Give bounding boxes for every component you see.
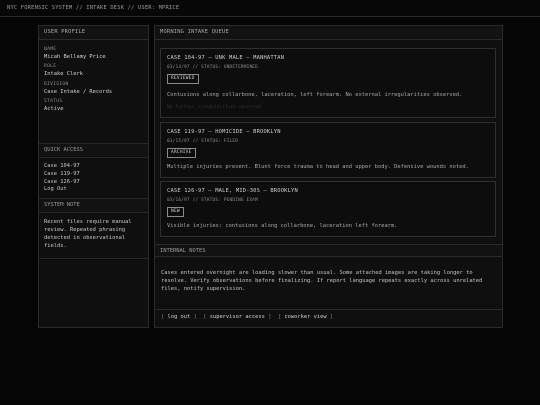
coworker-view-link[interactable]: coworker view (284, 314, 326, 320)
case-title: CASE 104-97 — UNK MALE — MANHATTAN (167, 55, 285, 61)
footer-links: [ log out ] [ supervisor access ] [ cowo… (161, 314, 334, 320)
case-card-126-97[interactable]: CASE 126-97 — MALE, MID-30S — BROOKLYN 0… (160, 181, 496, 237)
case-status-badge: ARCHIVE (167, 148, 196, 158)
case-meta: 03/14/97 // STATUS: UNDETERMINED (167, 65, 258, 70)
user-profile-header: USER PROFILE (39, 26, 148, 40)
profile-section: NAME Micah Bellamy Price ROLE Intake Cle… (39, 40, 148, 143)
case-status-badge: REVIEWED (167, 74, 199, 84)
quick-access-list: Case 104-97 Case 119-97 Case 126-97 Log … (39, 158, 148, 198)
case-observation: Multiple injuries present. Blunt force t… (167, 164, 469, 170)
case-meta: 03/16/97 // STATUS: PENDING EXAM (167, 198, 258, 203)
quick-access-header: QUICK ACCESS (39, 143, 148, 158)
quick-link-case-126-97[interactable]: Case 126-97 (44, 179, 143, 187)
case-card-104-97[interactable]: CASE 104-97 — UNK MALE — MANHATTAN 03/14… (160, 48, 496, 118)
supervisor-access-link[interactable]: supervisor access (210, 314, 265, 320)
case-observation: Visible injuries: contusions along colla… (167, 223, 398, 229)
intake-queue-header: MORNING INTAKE QUEUE (155, 26, 502, 40)
note-divider (39, 257, 148, 259)
case-status-badge: NEW (167, 207, 184, 217)
profile-name-value: Micah Bellamy Price (44, 53, 106, 60)
quick-link-case-104-97[interactable]: Case 104-97 (44, 163, 143, 171)
case-card-119-97[interactable]: CASE 119-97 — HOMICIDE — BROOKLYN 03/15/… (160, 122, 496, 178)
profile-status-value: Active (44, 106, 64, 113)
intake-queue-panel: MORNING INTAKE QUEUE CASE 104-97 — UNK M… (154, 25, 503, 328)
top-bar: NYC FORENSIC SYSTEM // INTAKE DESK // US… (0, 0, 540, 17)
user-profile-panel: USER PROFILE NAME Micah Bellamy Price RO… (38, 25, 149, 328)
quick-link-case-119-97[interactable]: Case 119-97 (44, 171, 143, 179)
profile-name-label: NAME (44, 47, 57, 52)
log-out-link[interactable]: log out (168, 314, 191, 320)
case-title: CASE 126-97 — MALE, MID-30S — BROOKLYN (167, 188, 298, 194)
case-meta: 03/15/97 // STATUS: FILED (167, 139, 239, 144)
system-note-header: SYSTEM NOTE (39, 198, 148, 214)
profile-division-value: Case Intake / Records (44, 88, 113, 95)
case-title: CASE 119-97 — HOMICIDE — BROOKLYN (167, 129, 281, 135)
profile-division-label: DIVISION (44, 81, 69, 87)
case-faint-text: No further irregularities observed. (167, 105, 264, 110)
internal-notes-header: INTERNAL NOTES (155, 244, 502, 257)
quick-link-log-out[interactable]: Log Out (44, 186, 143, 194)
system-note-text: Recent files require manual review. Repe… (44, 219, 132, 249)
profile-role-value: Intake Clerk (44, 71, 83, 78)
internal-notes-text: Cases entered overnight are loading slow… (161, 270, 483, 292)
profile-role-label: ROLE (44, 64, 57, 70)
system-title: NYC FORENSIC SYSTEM // INTAKE DESK // US… (7, 5, 180, 11)
footer-divider (155, 309, 502, 310)
profile-status-label: STATUS (44, 99, 63, 105)
case-observation: Contusions along collarbone, laceration,… (167, 92, 463, 98)
